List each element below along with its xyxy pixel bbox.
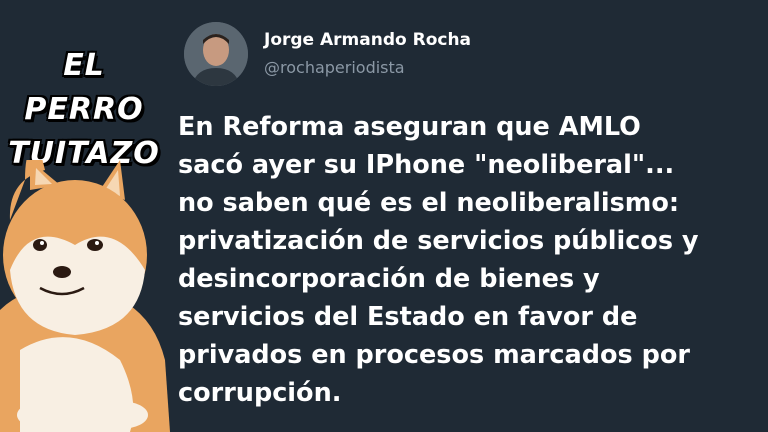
tweet-text: En Reforma aseguran que AMLO sacó ayer s…	[178, 108, 763, 412]
user-name[interactable]: Jorge Armando Rocha	[264, 30, 471, 50]
tweet-line: no saben qué es el neoliberalismo:	[178, 188, 680, 218]
shiba-dog-illustration	[0, 160, 170, 432]
avatar-photo-icon	[184, 22, 248, 86]
tweet-line: corrupción.	[178, 378, 342, 408]
brand-line-1: EL PERRO	[24, 48, 144, 127]
tweet-line: En Reforma aseguran que AMLO	[178, 112, 641, 142]
tweet-line: privatización de servicios públicos y	[178, 226, 699, 256]
tweet-line: desincorporación de bienes y	[178, 264, 600, 294]
avatar[interactable]	[184, 22, 248, 86]
brand-logo: EL PERRO TUITAZO	[4, 44, 164, 176]
tweet-line: servicios del Estado en favor de	[178, 302, 638, 332]
tweet-line: sacó ayer su IPhone "neoliberal"...	[178, 150, 675, 180]
tweet-line: privados en procesos marcados por	[178, 340, 690, 370]
user-handle[interactable]: @rochaperiodista	[264, 58, 405, 77]
